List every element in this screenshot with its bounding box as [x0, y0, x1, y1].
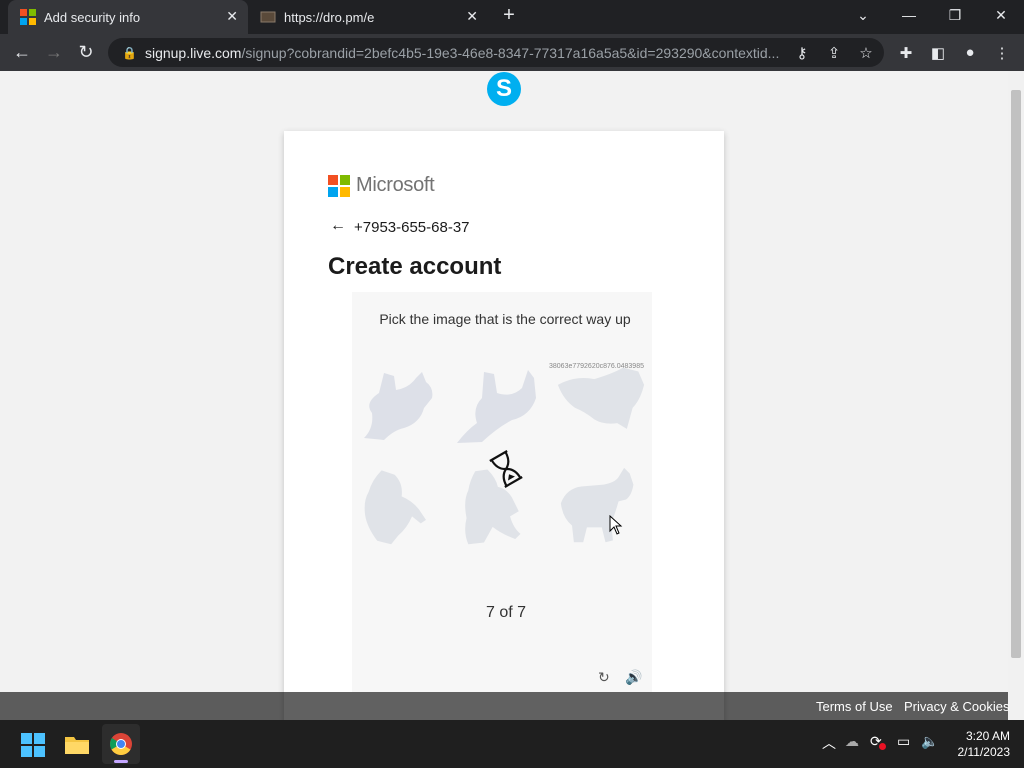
notification-dot-icon	[879, 743, 886, 750]
new-tab-button[interactable]: +	[497, 4, 521, 30]
microsoft-logo-icon	[328, 175, 350, 197]
clock-time: 3:20 AM	[965, 729, 1010, 743]
terms-of-use-link[interactable]: Terms of Use	[816, 699, 893, 714]
captcha-progress: 7 of 7	[485, 604, 527, 621]
refresh-icon[interactable]: ↻	[598, 669, 610, 686]
profile-icon[interactable]: ●	[954, 34, 986, 71]
audio-icon[interactable]: 🔊	[625, 669, 642, 686]
side-panel-icon[interactable]: ◧	[922, 34, 954, 71]
chrome-icon	[110, 733, 132, 755]
url-path: /signup?cobrandid=2befc4b5-19e3-46e8-834…	[241, 44, 780, 61]
captcha-image-option[interactable]	[354, 466, 444, 546]
tab-add-security-info[interactable]: Add security info ✕	[8, 0, 248, 34]
identity-phone: +7953-655-68-37	[354, 219, 470, 236]
captcha-image-option[interactable]	[354, 368, 444, 448]
close-window-button[interactable]: ✕	[978, 0, 1024, 30]
tab-close-icon[interactable]: ✕	[226, 8, 238, 25]
onedrive-icon[interactable]: ☁	[845, 733, 859, 750]
page-favicon-icon	[260, 11, 276, 23]
brand-name: Microsoft	[356, 174, 435, 196]
tab-close-icon[interactable]: ✕	[466, 8, 478, 25]
key-icon[interactable]: ⚷	[786, 34, 818, 71]
tab-dro-pm[interactable]: https://dro.pm/e ✕	[248, 0, 488, 34]
file-explorer-icon[interactable]	[64, 733, 90, 755]
tab-search-icon[interactable]: ⌄	[840, 0, 886, 30]
address-bar[interactable]: 🔒 signup.live.com /signup?cobrandid=2bef…	[108, 38, 884, 67]
page-title: Create account	[328, 253, 502, 280]
active-app-indicator	[114, 760, 128, 763]
reload-icon[interactable]: ↻	[70, 34, 102, 71]
tab-title: Add security info	[44, 9, 141, 25]
captcha-prompt: Pick the image that is the correct way u…	[379, 311, 631, 327]
skype-logo-icon: S	[487, 72, 521, 106]
minimize-button[interactable]: —	[886, 0, 932, 30]
extensions-icon[interactable]: ✚	[890, 34, 922, 71]
tab-title: https://dro.pm/e	[284, 9, 375, 25]
captcha-image-option[interactable]	[452, 368, 542, 448]
restore-button[interactable]: ❐	[932, 0, 978, 30]
privacy-cookies-link[interactable]: Privacy & Cookies	[904, 699, 1009, 714]
back-icon[interactable]: ←	[6, 34, 38, 71]
volume-icon[interactable]: 🔈	[921, 733, 938, 750]
tray-overflow-chevron-icon[interactable]: ︿	[822, 733, 836, 753]
lock-icon: 🔒	[122, 45, 137, 60]
system-clock[interactable]: 3:20 AM 2/11/2023	[948, 728, 1011, 760]
windows-start-icon[interactable]	[21, 733, 45, 757]
captcha-image-option[interactable]	[554, 466, 644, 546]
microsoft-favicon-icon	[20, 9, 36, 25]
clock-date: 2/11/2023	[957, 745, 1011, 759]
captcha-image-option[interactable]	[556, 364, 646, 444]
bookmark-star-icon[interactable]: ☆	[850, 34, 882, 71]
network-icon[interactable]: ▭	[897, 733, 910, 750]
forward-icon[interactable]: →	[38, 34, 70, 71]
url-host: signup.live.com	[144, 44, 242, 61]
menu-icon[interactable]: ⋮	[986, 34, 1018, 71]
scrollbar-thumb[interactable]	[1011, 90, 1021, 658]
mouse-cursor-icon	[609, 515, 623, 535]
loading-hourglass-icon	[489, 450, 523, 488]
back-arrow-icon[interactable]: ←	[330, 217, 346, 235]
share-icon[interactable]: ⇪	[818, 34, 850, 71]
